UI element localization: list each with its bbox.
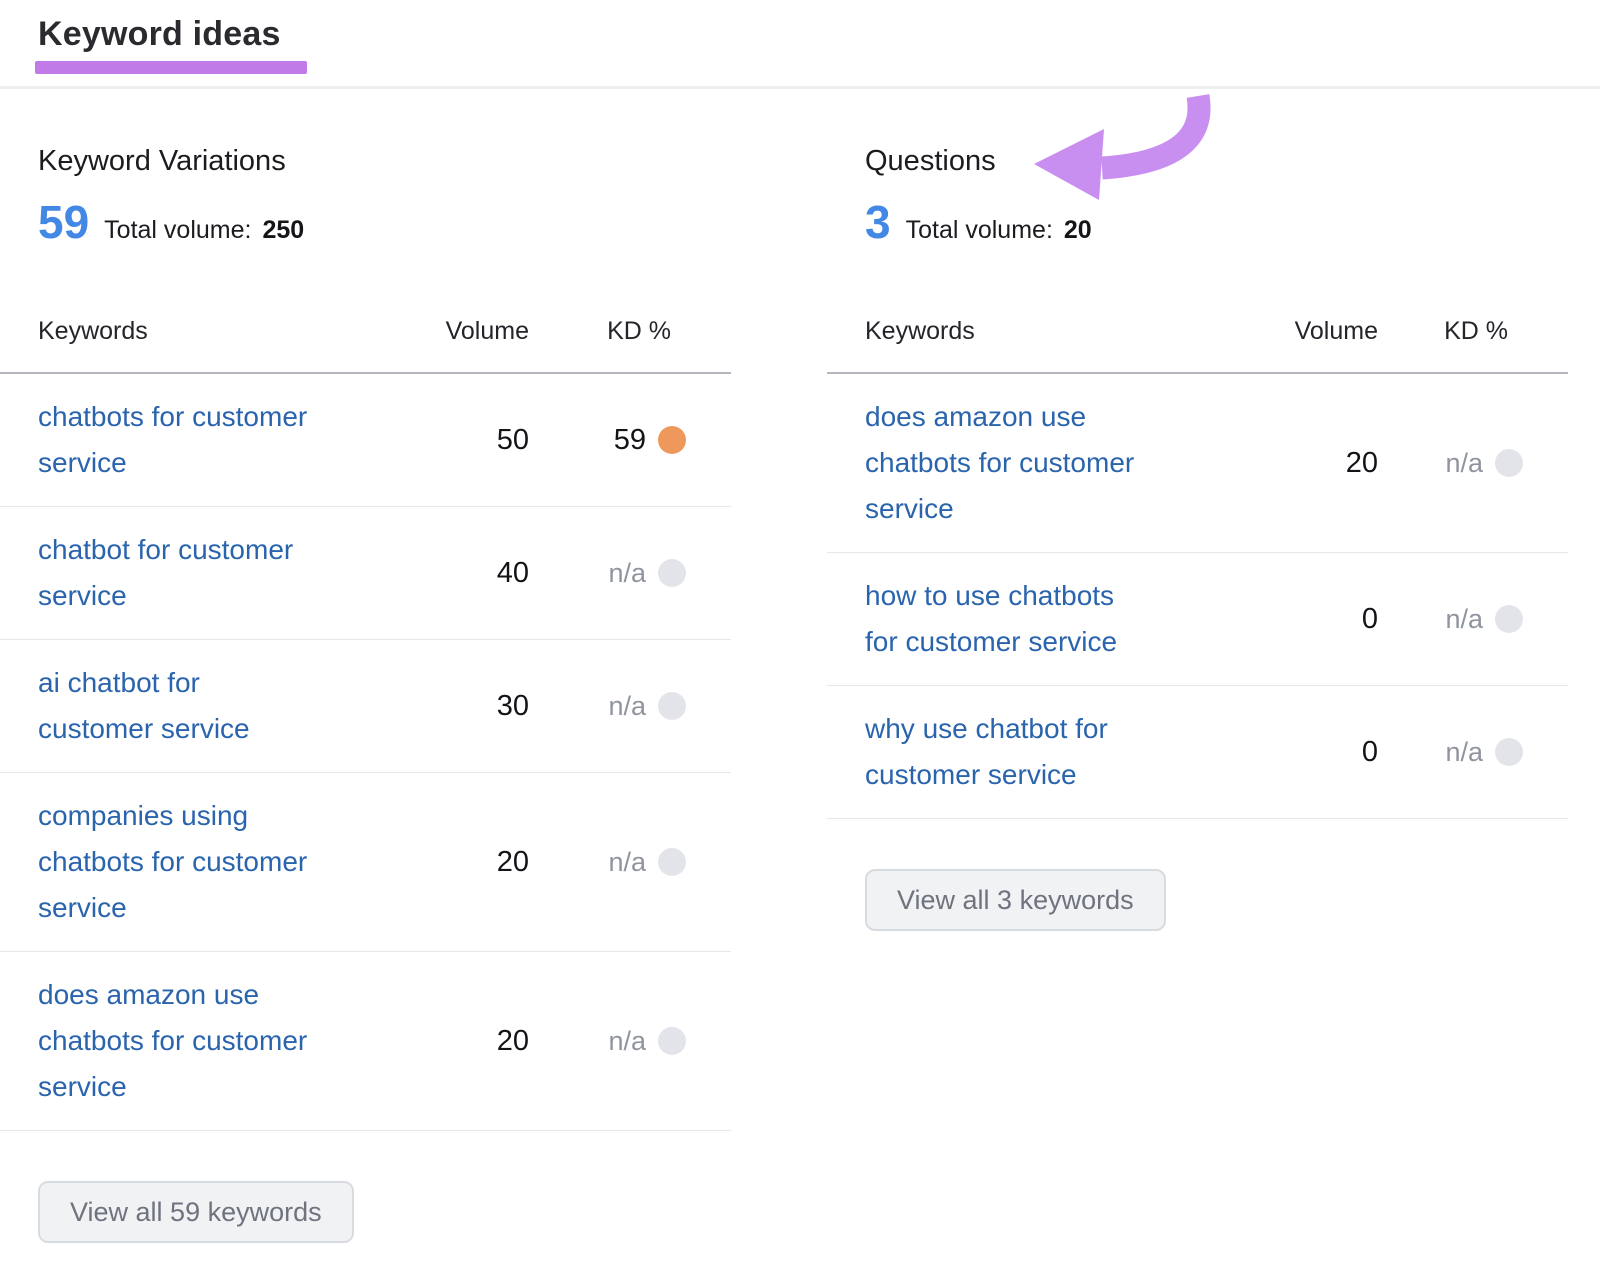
kd-value: 59 [614, 424, 646, 457]
kd-difficulty-dot-icon [1495, 605, 1523, 633]
keyword-row: why use chatbot forcustomer service 0 n/… [827, 686, 1568, 819]
keyword-link[interactable]: how to use chatbotsfor customer service [865, 573, 1117, 665]
volume-value: 20 [497, 1025, 529, 1057]
section-stats: 3 Total volume: 20 [865, 197, 1568, 247]
volume-value: 30 [497, 690, 529, 722]
total-volume-value: 250 [262, 216, 304, 245]
kd-difficulty-dot-icon [658, 848, 686, 876]
keyword-cell: ai chatbot forcustomer service [0, 660, 430, 752]
kd-value: n/a [1445, 448, 1483, 479]
table-body: chatbots for customerservice 50 59 chatb… [0, 374, 731, 1131]
column-header-kd: KD % [1382, 317, 1568, 372]
questions-table: Keywords Volume KD % does amazon usechat… [827, 317, 1568, 819]
volume-cell: 50 [430, 424, 545, 457]
total-volume-value: 20 [1064, 216, 1092, 245]
keyword-row: companies usingchatbots for customerserv… [0, 773, 731, 952]
keyword-count: 3 [865, 197, 891, 247]
volume-cell: 0 [1267, 603, 1382, 636]
page-title: Keyword ideas [38, 14, 1600, 54]
kd-cell: 59 [545, 424, 731, 457]
section-heading: Questions [865, 143, 1568, 179]
keyword-row: chatbot for customerservice 40 n/a [0, 507, 731, 640]
keyword-ideas-panel: Keyword Variations 59 Total volume: 250 … [0, 89, 1600, 1243]
kd-cell: n/a [1382, 737, 1568, 768]
volume-cell: 20 [430, 846, 545, 879]
volume-cell: 30 [430, 690, 545, 723]
keyword-cell: how to use chatbotsfor customer service [827, 573, 1267, 665]
kd-cell: n/a [545, 691, 731, 722]
keyword-link[interactable]: chatbots for customerservice [38, 394, 307, 486]
volume-value: 50 [497, 424, 529, 456]
keyword-link[interactable]: why use chatbot forcustomer service [865, 706, 1108, 798]
volume-value: 20 [1346, 447, 1378, 479]
keyword-link[interactable]: companies usingchatbots for customerserv… [38, 793, 307, 931]
column-header-volume: Volume [430, 317, 545, 372]
kd-difficulty-dot-icon [658, 559, 686, 587]
keyword-link[interactable]: ai chatbot forcustomer service [38, 660, 250, 752]
column-header-kd: KD % [545, 317, 731, 372]
column-header-keywords: Keywords [827, 317, 1267, 372]
column-header-keywords: Keywords [0, 317, 430, 372]
keyword-variations-table: Keywords Volume KD % chatbots for custom… [0, 317, 731, 1131]
keyword-row: how to use chatbotsfor customer service … [827, 553, 1568, 686]
keyword-count: 59 [38, 197, 89, 247]
kd-value: n/a [1445, 737, 1483, 768]
section-questions: Questions 3 Total volume: 20 Keywords Vo… [827, 89, 1568, 931]
volume-value: 0 [1362, 603, 1378, 635]
keyword-link[interactable]: does amazon usechatbots for customerserv… [865, 394, 1134, 532]
section-keyword-variations: Keyword Variations 59 Total volume: 250 … [0, 89, 731, 1243]
kd-difficulty-dot-icon [658, 692, 686, 720]
table-header-row: Keywords Volume KD % [0, 317, 731, 374]
kd-value: n/a [608, 691, 646, 722]
kd-difficulty-dot-icon [1495, 738, 1523, 766]
volume-value: 20 [497, 846, 529, 878]
volume-cell: 0 [1267, 736, 1382, 769]
keyword-row: ai chatbot forcustomer service 30 n/a [0, 640, 731, 773]
total-volume-label: Total volume: [104, 216, 251, 245]
kd-value: n/a [608, 558, 646, 589]
volume-cell: 20 [430, 1025, 545, 1058]
volume-cell: 40 [430, 557, 545, 590]
view-all-keywords-button[interactable]: View all 59 keywords [38, 1181, 354, 1243]
table-header-row: Keywords Volume KD % [827, 317, 1568, 374]
keyword-cell: does amazon usechatbots for customerserv… [0, 972, 430, 1110]
keyword-cell: companies usingchatbots for customerserv… [0, 793, 430, 931]
purple-highlight-underline [35, 61, 307, 74]
page-header: Keyword ideas [0, 0, 1600, 74]
kd-value: n/a [608, 1026, 646, 1057]
keyword-row: chatbots for customerservice 50 59 [0, 374, 731, 507]
kd-difficulty-dot-icon [658, 1027, 686, 1055]
keyword-link[interactable]: does amazon usechatbots for customerserv… [38, 972, 307, 1110]
total-volume-label: Total volume: [906, 216, 1053, 245]
keyword-cell: why use chatbot forcustomer service [827, 706, 1267, 798]
kd-difficulty-dot-icon [658, 426, 686, 454]
section-stats: 59 Total volume: 250 [38, 197, 731, 247]
column-header-volume: Volume [1267, 317, 1382, 372]
keyword-cell: chatbots for customerservice [0, 394, 430, 486]
view-all-keywords-button[interactable]: View all 3 keywords [865, 869, 1166, 931]
kd-cell: n/a [1382, 448, 1568, 479]
kd-value: n/a [1445, 604, 1483, 635]
kd-cell: n/a [1382, 604, 1568, 635]
kd-value: n/a [608, 847, 646, 878]
keyword-cell: chatbot for customerservice [0, 527, 430, 619]
keyword-link[interactable]: chatbot for customerservice [38, 527, 293, 619]
kd-difficulty-dot-icon [1495, 449, 1523, 477]
keyword-row: does amazon usechatbots for customerserv… [827, 374, 1568, 553]
section-heading: Keyword Variations [38, 143, 731, 179]
volume-cell: 20 [1267, 447, 1382, 480]
table-body: does amazon usechatbots for customerserv… [827, 374, 1568, 819]
kd-cell: n/a [545, 558, 731, 589]
keyword-row: does amazon usechatbots for customerserv… [0, 952, 731, 1131]
keyword-cell: does amazon usechatbots for customerserv… [827, 394, 1267, 532]
volume-value: 40 [497, 557, 529, 589]
kd-cell: n/a [545, 847, 731, 878]
volume-value: 0 [1362, 736, 1378, 768]
kd-cell: n/a [545, 1026, 731, 1057]
